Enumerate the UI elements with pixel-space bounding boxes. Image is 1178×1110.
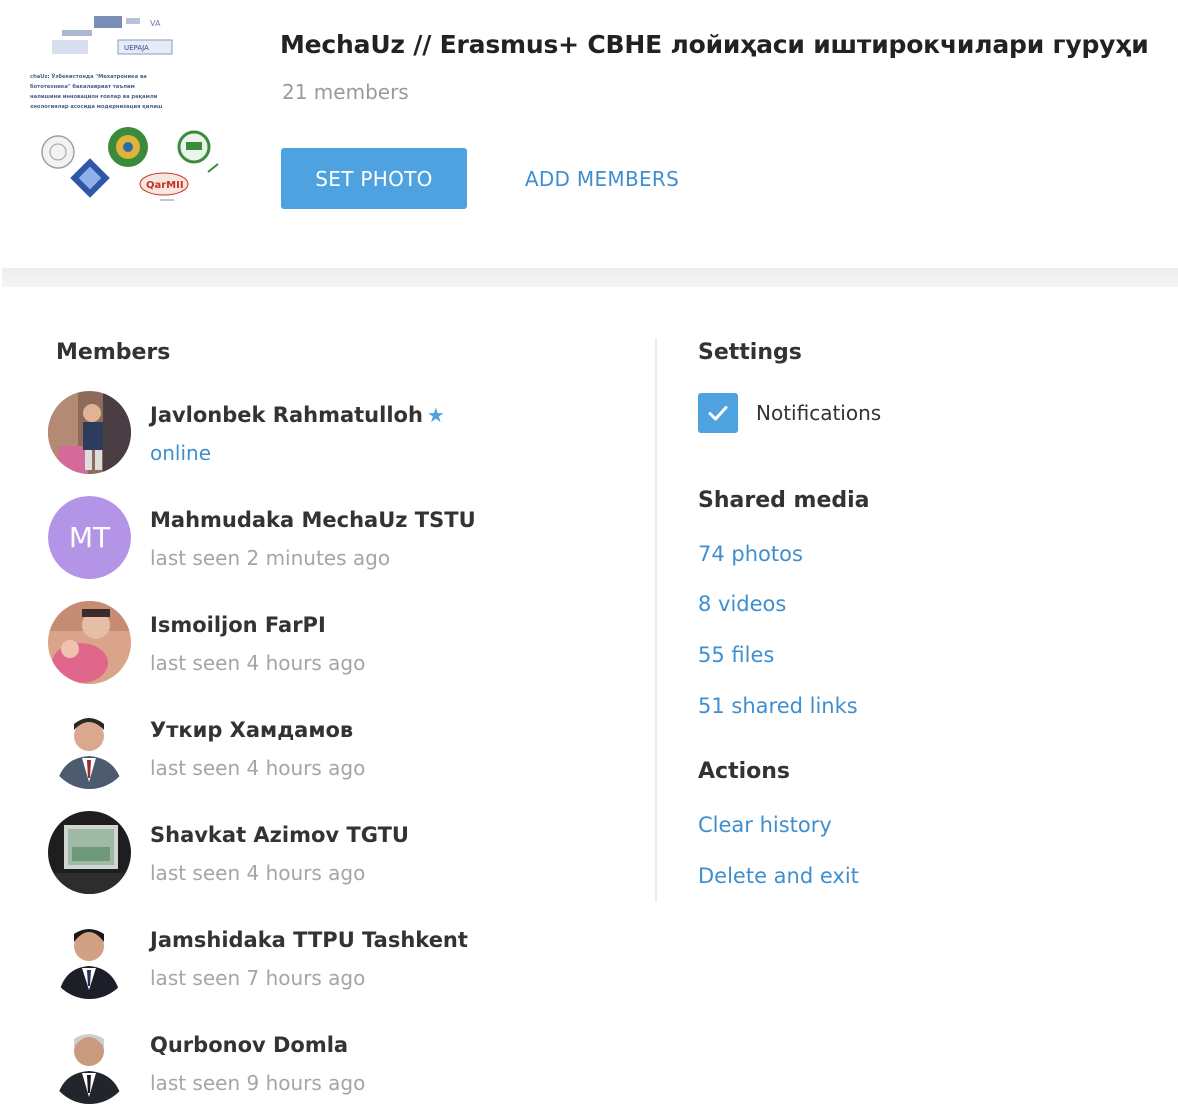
- svg-text:бототехника" бакалавриат таъли: бототехника" бакалавриат таълим: [30, 83, 135, 90]
- photo-badge-text: UEPAJA: [124, 44, 149, 52]
- member-name: Shavkat Azimov TGTU: [150, 823, 409, 847]
- member-name: Javlonbek Rahmatulloh: [150, 403, 423, 427]
- notifications-checkbox[interactable]: [698, 393, 738, 433]
- member-status: last seen 4 hours ago: [150, 756, 366, 780]
- member-status: last seen 4 hours ago: [150, 861, 366, 885]
- group-title: MechaUz // Erasmus+ CBHE лойиҳаси иштиро…: [280, 30, 1149, 59]
- member-name: Mahmudaka MechaUz TSTU: [150, 508, 476, 532]
- member-count: 21 members: [282, 80, 409, 104]
- member-status: last seen 4 hours ago: [150, 651, 366, 675]
- settings-heading: Settings: [698, 340, 802, 365]
- svg-text:chaUz: Ўзбекистонда "Мехатрони: chaUz: Ўзбекистонда "Мехатроника ва: [30, 73, 147, 80]
- set-photo-button[interactable]: SET PHOTO: [281, 148, 467, 209]
- star-icon: ★: [426, 403, 445, 427]
- list-item[interactable]: Javlonbek Rahmatulloh ★ online: [48, 391, 608, 477]
- member-name: Уткир Хамдамов: [150, 718, 354, 742]
- shared-photos-link[interactable]: 74 photos: [698, 542, 803, 566]
- member-name: Ismoiljon FarPI: [150, 613, 326, 637]
- svg-text:VA: VA: [150, 19, 161, 28]
- members-heading: Members: [56, 340, 171, 365]
- member-status: last seen 9 hours ago: [150, 1071, 366, 1095]
- column-divider: [655, 338, 657, 902]
- notifications-label: Notifications: [756, 401, 882, 425]
- shared-links-link[interactable]: 51 shared links: [698, 694, 858, 718]
- add-members-button[interactable]: ADD MEMBERS: [504, 148, 700, 209]
- svg-text:хнологиялар асосида модернизац: хнологиялар асосида модернизация қилиш: [30, 104, 163, 110]
- photo-logo-text: QarMII: [146, 180, 184, 191]
- list-item[interactable]: MT Mahmudaka MechaUz TSTU last seen 2 mi…: [48, 496, 608, 582]
- actions-heading: Actions: [698, 759, 790, 784]
- avatar[interactable]: MT: [48, 496, 131, 579]
- shared-files-link[interactable]: 55 files: [698, 643, 774, 667]
- list-item[interactable]: Shavkat Azimov TGTU last seen 4 hours ag…: [48, 811, 608, 897]
- avatar-initials: MT: [48, 496, 131, 579]
- member-name: Qurbonov Domla: [150, 1033, 349, 1057]
- list-item[interactable]: Jamshidaka TTPU Tashkent last seen 7 hou…: [48, 916, 608, 1002]
- member-status: last seen 7 hours ago: [150, 966, 366, 990]
- member-status: online: [150, 441, 212, 465]
- avatar[interactable]: [48, 706, 131, 789]
- group-info-page: VA UEPAJA chaUz: Ўзбекистонда "Мехатрони…: [0, 0, 1178, 1110]
- shared-videos-link[interactable]: 8 videos: [698, 592, 786, 616]
- shared-media-heading: Shared media: [698, 488, 870, 513]
- checkmark-icon: [708, 406, 728, 421]
- member-name: Jamshidaka TTPU Tashkent: [150, 928, 468, 952]
- section-separator: [2, 268, 1178, 287]
- group-photo[interactable]: VA UEPAJA chaUz: Ўзбекистонда "Мехатрони…: [22, 12, 232, 210]
- svg-text:налишини инновацион ғоялар ва: налишини инновацион ғоялар ва рақамли: [30, 94, 158, 100]
- avatar[interactable]: [48, 391, 131, 474]
- list-item[interactable]: Ismoiljon FarPI last seen 4 hours ago: [48, 601, 608, 687]
- list-item[interactable]: Qurbonov Domla last seen 9 hours ago: [48, 1021, 608, 1107]
- avatar[interactable]: [48, 811, 131, 894]
- notifications-row[interactable]: Notifications: [698, 393, 998, 433]
- clear-history-link[interactable]: Clear history: [698, 813, 832, 837]
- avatar[interactable]: [48, 601, 131, 684]
- avatar[interactable]: [48, 916, 131, 999]
- delete-and-exit-link[interactable]: Delete and exit: [698, 864, 859, 888]
- member-status: last seen 2 minutes ago: [150, 546, 391, 570]
- avatar[interactable]: [48, 1021, 131, 1104]
- list-item[interactable]: Уткир Хамдамов last seen 4 hours ago: [48, 706, 608, 792]
